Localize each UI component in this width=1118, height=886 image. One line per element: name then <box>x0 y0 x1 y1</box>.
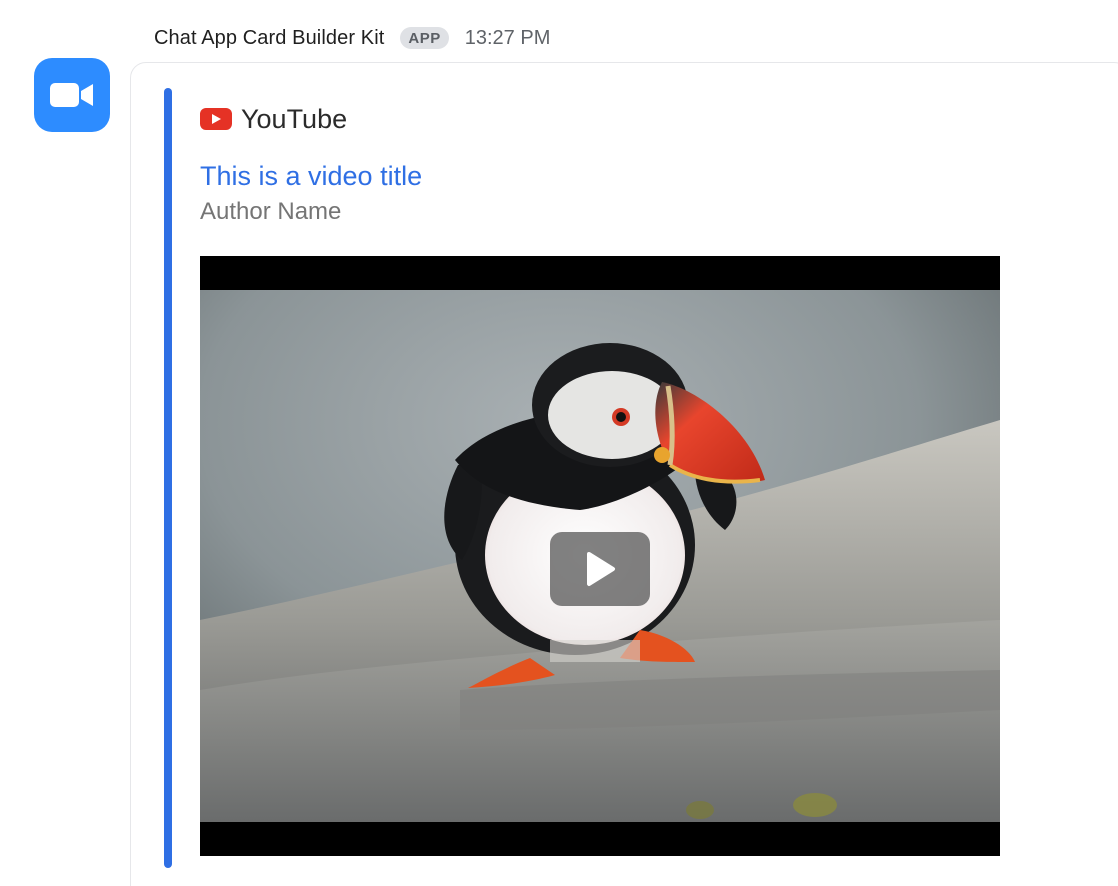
play-button[interactable] <box>550 532 650 606</box>
sender-name[interactable]: Chat App Card Builder Kit <box>154 27 384 50</box>
chat-message: Chat App Card Builder Kit APP 13:27 PM Y… <box>0 0 1118 886</box>
play-icon <box>587 552 615 586</box>
message-header: Chat App Card Builder Kit APP 13:27 PM <box>154 24 550 52</box>
video-player[interactable] <box>200 256 1000 856</box>
youtube-icon <box>200 108 232 130</box>
app-badge: APP <box>400 27 449 49</box>
card-accent-bar <box>164 88 172 868</box>
video-camera-icon <box>50 83 93 107</box>
provider-row: YouTube <box>200 102 347 136</box>
video-title-link[interactable]: This is a video title <box>200 161 422 192</box>
provider-name: YouTube <box>241 103 348 134</box>
avatar[interactable] <box>34 58 110 132</box>
message-timestamp[interactable]: 13:27 PM <box>465 27 551 50</box>
author-name: Author Name <box>200 198 342 225</box>
